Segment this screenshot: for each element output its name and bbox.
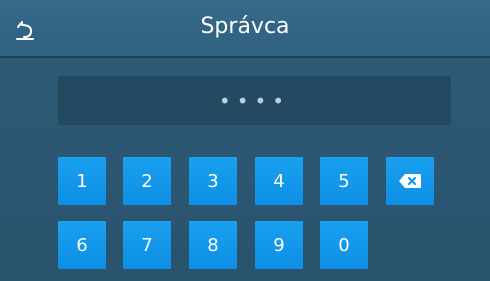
key-label: 3 <box>207 170 219 192</box>
header-bar: Správca <box>0 0 490 56</box>
key-0[interactable]: 0 <box>320 221 368 269</box>
key-label: 5 <box>338 170 350 192</box>
key-5[interactable]: 5 <box>320 157 368 205</box>
key-7[interactable]: 7 <box>123 221 171 269</box>
header-divider <box>0 56 490 58</box>
backspace-icon <box>399 174 421 188</box>
key-label: 0 <box>338 234 350 256</box>
key-label: 2 <box>141 170 153 192</box>
pin-input-display: •••• <box>58 76 451 125</box>
key-2[interactable]: 2 <box>123 157 171 205</box>
page-title: Správca <box>200 14 290 39</box>
key-label: 9 <box>273 234 285 256</box>
key-label: 1 <box>76 170 88 192</box>
key-3[interactable]: 3 <box>189 157 237 205</box>
key-label: 8 <box>207 234 219 256</box>
key-label: 4 <box>273 170 285 192</box>
key-label: 6 <box>76 234 88 256</box>
key-6[interactable]: 6 <box>58 221 106 269</box>
screen: Správca •••• 1 2 3 4 5 6 7 8 9 0 <box>0 0 490 281</box>
key-4[interactable]: 4 <box>255 157 303 205</box>
key-label: 7 <box>141 234 153 256</box>
key-8[interactable]: 8 <box>189 221 237 269</box>
key-9[interactable]: 9 <box>255 221 303 269</box>
backspace-button[interactable] <box>386 157 434 205</box>
key-1[interactable]: 1 <box>58 157 106 205</box>
